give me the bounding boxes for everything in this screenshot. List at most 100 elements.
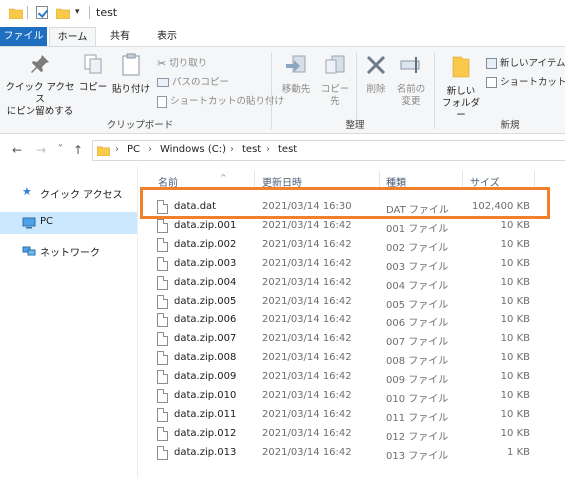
- paste-shortcut-button[interactable]: ショートカットの貼り付け: [157, 93, 284, 108]
- paste-button[interactable]: 貼り付け: [112, 53, 150, 96]
- breadcrumb-folder-test-current[interactable]: test: [278, 144, 297, 155]
- nav-quick-access[interactable]: ★ クイック アクセス: [0, 182, 137, 204]
- file-row[interactable]: data.zip.003 2021/03/14 16:42 003 ファイル 10 K…: [152, 255, 532, 274]
- tab-home[interactable]: ホーム: [49, 27, 96, 47]
- file-size: 10 KB: [500, 219, 530, 231]
- file-name[interactable]: data.zip.009: [174, 371, 236, 382]
- pin-quick-access-button[interactable]: クイック アクセス にピン留めする: [4, 53, 76, 118]
- file-row[interactable]: data.zip.008 2021/03/14 16:42 008 ファイル 10 K…: [152, 349, 532, 368]
- nav-pc[interactable]: PC: [0, 212, 137, 234]
- recent-locations-icon[interactable]: ˅: [58, 144, 63, 155]
- breadcrumb-folder-test[interactable]: test: [242, 144, 261, 155]
- new-folder-label-line2: フォルダー: [441, 98, 480, 121]
- file-row[interactable]: data.zip.012 2021/03/14 16:42 012 ファイル 10 K…: [152, 425, 532, 444]
- file-name[interactable]: data.zip.013: [174, 447, 236, 458]
- back-arrow-icon[interactable]: ←: [12, 143, 22, 157]
- file-row[interactable]: data.zip.013 2021/03/14 16:42 013 ファイル 1 KB: [152, 444, 532, 463]
- nav-network-label: ネットワーク: [40, 248, 100, 259]
- ribbon-tabs: ファイル ホーム 共有 表示: [0, 27, 565, 47]
- forward-arrow-icon[interactable]: →: [36, 143, 46, 157]
- file-date: 2021/03/14 16:42: [262, 219, 352, 231]
- breadcrumb-chevron-icon[interactable]: ›: [266, 144, 270, 155]
- toolbar-divider: [27, 6, 28, 19]
- file-name[interactable]: data.zip.011: [174, 409, 236, 420]
- tab-file[interactable]: ファイル: [0, 27, 47, 47]
- new-item-button[interactable]: 新しいアイテム▾: [486, 55, 565, 69]
- ribbon-divider: [271, 53, 272, 129]
- file-name[interactable]: data.zip.010: [174, 390, 236, 401]
- breadcrumb-pc[interactable]: PC: [127, 144, 140, 155]
- file-row[interactable]: data.zip.001 2021/03/14 16:42 001 ファイル 10 K…: [152, 217, 532, 236]
- cut-button[interactable]: ✂ 切り取り: [157, 55, 207, 70]
- tab-view[interactable]: 表示: [144, 27, 190, 47]
- highlight-box: [140, 187, 550, 219]
- file-type: 004 ファイル: [386, 280, 449, 292]
- file-type: 002 ファイル: [386, 242, 449, 254]
- breadcrumb-chevron-icon[interactable]: ›: [115, 144, 119, 155]
- breadcrumb-chevron-icon[interactable]: ›: [148, 144, 152, 155]
- toolbar-divider: [89, 6, 90, 19]
- window-title: test: [96, 6, 118, 19]
- file-row[interactable]: data.zip.009 2021/03/14 16:42 009 ファイル 10 K…: [152, 368, 532, 387]
- file-row[interactable]: data.zip.004 2021/03/14 16:42 004 ファイル 10 K…: [152, 274, 532, 293]
- shortcut-label: ショートカット: [500, 77, 565, 88]
- file-icon: [157, 332, 168, 347]
- organize-group-label: 整理: [345, 120, 365, 131]
- easy-access-button[interactable]: ショートカット▾: [486, 74, 565, 88]
- address-bar[interactable]: › PC › Windows (C:) › test › test: [92, 140, 565, 161]
- copy-to-button[interactable]: コピー先: [317, 53, 353, 108]
- new-folder-button[interactable]: 新しい フォルダー: [438, 53, 484, 122]
- delete-x-icon: [366, 55, 386, 75]
- file-size: 10 KB: [500, 295, 530, 307]
- up-arrow-icon[interactable]: ↑: [73, 143, 83, 157]
- network-icon: [22, 246, 36, 256]
- breadcrumb-drive[interactable]: Windows (C:): [160, 144, 226, 155]
- move-to-label: 移動先: [281, 84, 311, 95]
- nav-network[interactable]: ネットワーク: [0, 240, 137, 262]
- copy-path-button[interactable]: パスのコピー: [157, 74, 229, 88]
- file-name[interactable]: data.zip.005: [174, 296, 236, 307]
- path-icon: [157, 78, 169, 87]
- file-date: 2021/03/14 16:42: [262, 257, 352, 269]
- file-row[interactable]: data.zip.006 2021/03/14 16:42 006 ファイル 10 K…: [152, 311, 532, 330]
- properties-icon[interactable]: [36, 6, 48, 19]
- new-folder-quick-icon[interactable]: [56, 7, 70, 19]
- sort-ascending-icon: ^: [220, 173, 227, 182]
- clipboard-group-label: クリップボード: [106, 120, 174, 131]
- file-row[interactable]: data.zip.010 2021/03/14 16:42 010 ファイル 10 K…: [152, 387, 532, 406]
- quick-access-dropdown-icon[interactable]: ▾: [75, 7, 80, 17]
- file-type: 003 ファイル: [386, 261, 449, 273]
- delete-button[interactable]: 削除: [362, 53, 390, 96]
- file-name[interactable]: data.zip.006: [174, 314, 236, 325]
- file-row[interactable]: data.zip.005 2021/03/14 16:42 005 ファイル 10 K…: [152, 293, 532, 312]
- file-name[interactable]: data.zip.002: [174, 239, 236, 250]
- file-row[interactable]: data.zip.007 2021/03/14 16:42 007 ファイル 10 K…: [152, 330, 532, 349]
- move-to-button[interactable]: 移動先: [279, 53, 313, 96]
- file-size: 10 KB: [500, 390, 530, 401]
- file-icon: [157, 294, 168, 309]
- scissors-icon: ✂: [157, 57, 167, 70]
- file-name[interactable]: data.zip.003: [174, 258, 236, 269]
- clipboard-icon: [122, 53, 140, 76]
- rename-button[interactable]: 名前の 変更: [394, 53, 428, 108]
- file-row[interactable]: data.zip.002 2021/03/14 16:42 002 ファイル 10 K…: [152, 236, 532, 255]
- file-date: 2021/03/14 16:42: [262, 427, 352, 439]
- file-row[interactable]: data.zip.011 2021/03/14 16:42 011 ファイル 10 K…: [152, 406, 532, 425]
- navigation-pane: ★ クイック アクセス PC ネットワーク: [0, 166, 138, 478]
- tab-share[interactable]: 共有: [100, 27, 140, 47]
- file-name[interactable]: data.zip.007: [174, 333, 236, 344]
- new-folder-icon: [452, 56, 470, 78]
- file-type: 013 ファイル: [386, 450, 449, 462]
- file-name[interactable]: data.zip.004: [174, 277, 236, 288]
- ribbon: クイック アクセス にピン留めする コピー 貼り付け ✂ 切り取り パスのコピー …: [0, 46, 565, 134]
- file-icon: [157, 275, 168, 290]
- breadcrumb-chevron-icon[interactable]: ›: [230, 144, 234, 155]
- copy-to-icon: [325, 55, 345, 74]
- file-name[interactable]: data.zip.012: [174, 428, 236, 439]
- file-icon: [157, 313, 168, 328]
- copy-button[interactable]: コピー: [78, 53, 108, 94]
- file-name[interactable]: data.zip.008: [174, 352, 236, 363]
- copy-to-label: コピー先: [320, 84, 350, 107]
- folder-icon: [9, 8, 23, 19]
- file-name[interactable]: data.zip.001: [174, 220, 236, 231]
